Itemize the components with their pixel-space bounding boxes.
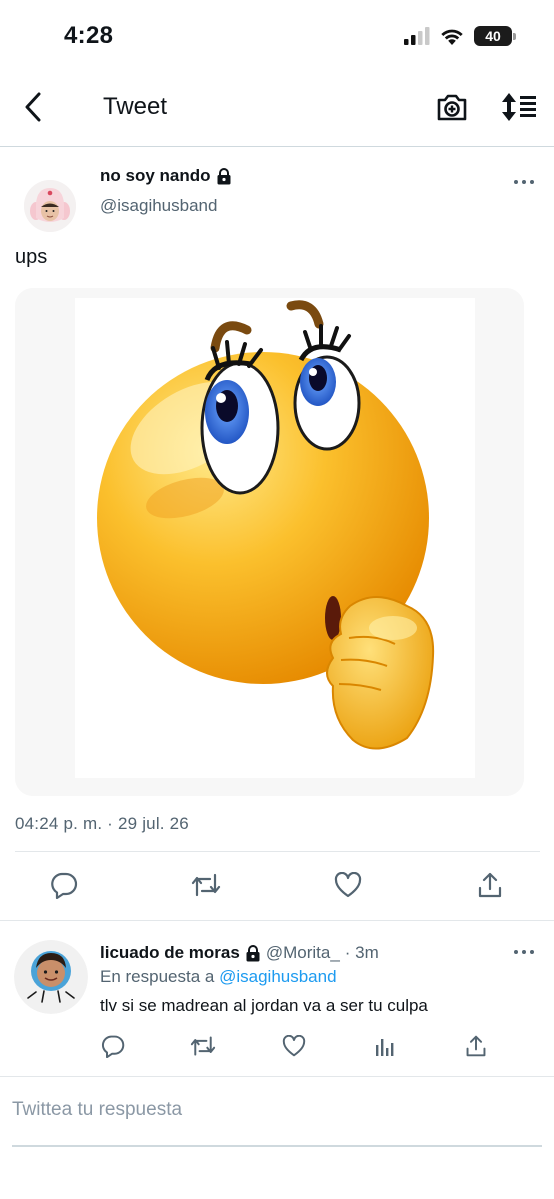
reply-icon xyxy=(102,1035,125,1058)
like-icon xyxy=(334,872,362,898)
reply-button[interactable] xyxy=(47,868,81,902)
reply-prefix: En respuesta a xyxy=(100,967,215,986)
reply-retweet-button[interactable] xyxy=(189,1032,217,1060)
cellular-signal-icon xyxy=(404,27,430,45)
reply-author-avatar-image xyxy=(14,940,88,1014)
reply-more-options-button[interactable] xyxy=(512,942,536,962)
author-name[interactable]: no soy nando xyxy=(100,166,232,186)
tweet-media[interactable] xyxy=(15,288,524,796)
reply-compose-input[interactable] xyxy=(12,1092,540,1128)
more-dots-icon xyxy=(514,180,534,184)
divider xyxy=(15,851,540,852)
sort-button[interactable] xyxy=(499,90,539,124)
reply-text: tlv si se madrean al jordan va a ser tu … xyxy=(100,996,428,1015)
back-arrow-icon xyxy=(25,92,41,122)
share-icon xyxy=(466,1035,486,1057)
like-icon xyxy=(282,1035,306,1057)
author-avatar-image xyxy=(24,180,76,232)
sort-icon xyxy=(502,93,536,121)
section-divider xyxy=(0,920,554,921)
nav-bar: Tweet xyxy=(0,70,554,147)
reply-like-button[interactable] xyxy=(280,1032,308,1060)
tweet-timestamp: 04:24 p. m. · 29 jul. 26 xyxy=(15,814,189,833)
retweet-icon xyxy=(191,873,221,897)
more-options-button[interactable] xyxy=(512,172,536,192)
reply-author-name[interactable]: licuado de moras xyxy=(100,943,240,963)
reply-to-link[interactable]: @isagihusband xyxy=(219,967,336,986)
compose-divider xyxy=(0,1076,554,1077)
reply-author-handle[interactable]: @Morita_ xyxy=(266,943,340,963)
reply-avatar[interactable] xyxy=(14,940,88,1014)
reply-icon xyxy=(51,872,78,899)
status-icons: 40 xyxy=(404,25,516,47)
tweet-actions xyxy=(0,868,554,904)
author-name-text: no soy nando xyxy=(100,166,211,185)
retweet-icon xyxy=(190,1036,216,1056)
reply-actions xyxy=(0,1032,554,1062)
lock-icon xyxy=(217,167,230,184)
reply-analytics-button[interactable] xyxy=(371,1032,399,1060)
tweet-text: ups xyxy=(15,246,48,268)
share-button[interactable] xyxy=(473,868,507,902)
battery-icon: 40 xyxy=(474,26,512,46)
wifi-icon xyxy=(441,29,463,45)
thinking-face-emoji-image xyxy=(15,288,524,796)
author-handle[interactable]: @isagihusband xyxy=(100,196,217,216)
page-title: Tweet xyxy=(103,93,168,120)
back-button[interactable] xyxy=(18,90,48,124)
share-icon xyxy=(478,872,502,898)
status-bar: 4:28 40 xyxy=(0,0,554,70)
battery-tip xyxy=(513,32,516,40)
more-dots-icon xyxy=(514,950,534,954)
reply-context: En respuesta a @isagihusband xyxy=(100,967,337,987)
avatar[interactable] xyxy=(24,180,76,232)
camera-button[interactable] xyxy=(435,90,469,124)
retweet-button[interactable] xyxy=(189,868,223,902)
status-time: 4:28 xyxy=(64,22,114,49)
lock-icon xyxy=(246,944,260,961)
camera-plus-icon xyxy=(437,94,467,121)
battery-level: 40 xyxy=(485,28,501,44)
reply-reply-button[interactable] xyxy=(99,1032,127,1060)
reply-header: licuado de moras @Morita_ · 3m xyxy=(100,943,379,963)
analytics-icon xyxy=(376,1039,394,1056)
reply-share-button[interactable] xyxy=(462,1032,490,1060)
like-button[interactable] xyxy=(331,868,365,902)
compose-underline xyxy=(12,1145,542,1147)
reply-time: · 3m xyxy=(344,943,379,962)
